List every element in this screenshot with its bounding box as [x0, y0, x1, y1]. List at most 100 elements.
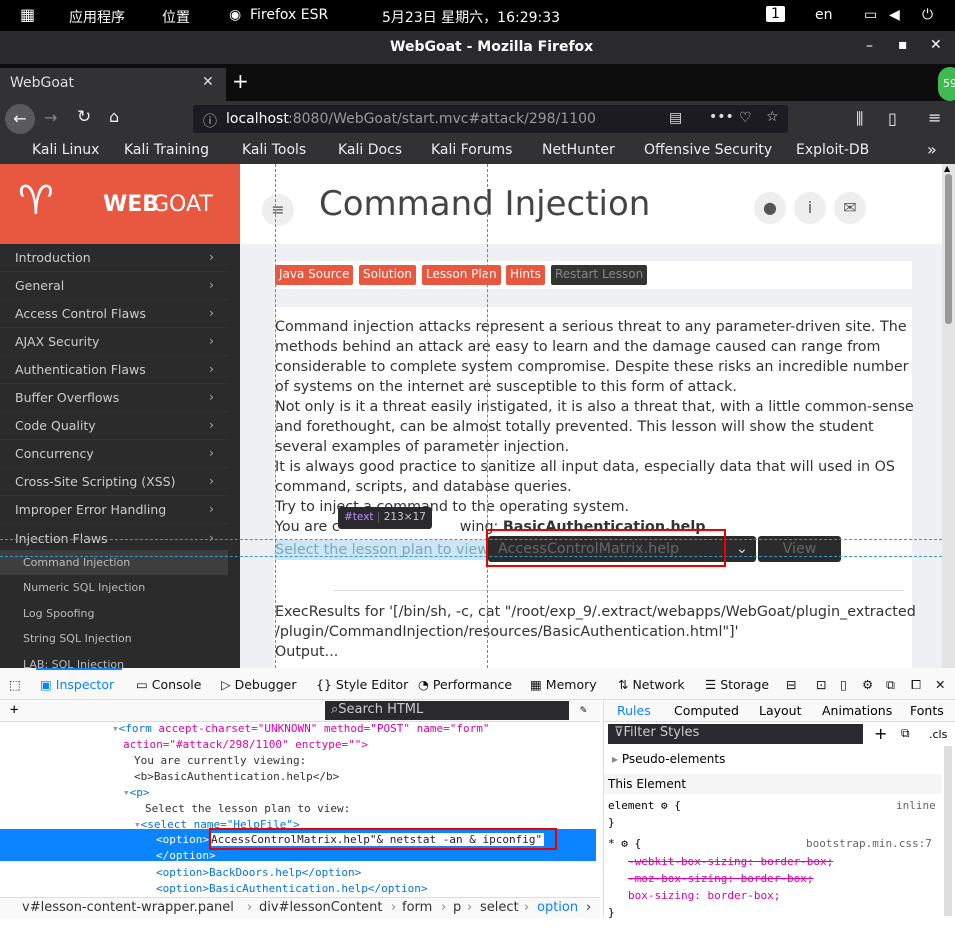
- tab-performance[interactable]: ◔ Performance: [418, 677, 512, 692]
- sidebar-item-introduction[interactable]: Introduction ›: [0, 244, 228, 272]
- layout-menu-icon[interactable]: ⊟: [786, 677, 796, 692]
- sidebar-item-access-control[interactable]: Access Control Flaws ›: [0, 300, 228, 328]
- sidebar-item-buffer-overflows[interactable]: Buffer Overflows ›: [0, 384, 228, 412]
- rule-prop[interactable]: box-sizing: border-box;: [628, 889, 780, 902]
- tab-rules[interactable]: Rules: [617, 703, 651, 718]
- places-menu[interactable]: 位置: [162, 7, 190, 27]
- reader-view-icon[interactable]: ▤: [669, 110, 682, 126]
- breadcrumb-item[interactable]: select: [480, 900, 519, 915]
- sidebar-sub-lab-sql[interactable]: LAB: SQL Injection: [0, 652, 228, 668]
- tab-style-editor[interactable]: {} Style Editor: [316, 677, 408, 692]
- breadcrumb-scroll-icon[interactable]: ›: [586, 900, 591, 915]
- markup-option-node[interactable]: <option>BasicAuthentication.help</option…: [156, 882, 428, 895]
- workspace-indicator[interactable]: 1: [766, 6, 785, 22]
- element-rule[interactable]: element ⚙ {: [608, 799, 681, 812]
- pocket-icon[interactable]: ♡: [739, 110, 752, 126]
- hints-button[interactable]: Hints: [506, 265, 545, 285]
- tab-layout[interactable]: Layout: [759, 703, 802, 718]
- tab-webgoat[interactable]: WebGoat ✕: [0, 68, 226, 101]
- pseudo-elements-row[interactable]: ▸ Pseudo-elements: [612, 752, 725, 766]
- bookmark-offensive-security[interactable]: Offensive Security: [644, 142, 772, 158]
- markup-b-node[interactable]: <b>BasicAuthentication.help</b>: [134, 770, 339, 783]
- markup-text-node[interactable]: Select the lesson plan to view:: [145, 802, 350, 815]
- add-rule-icon[interactable]: +: [874, 724, 887, 743]
- bookmark-kali-tools[interactable]: Kali Tools: [242, 142, 306, 158]
- markup-form-action[interactable]: action="#attack/298/1100" enctype="">: [123, 738, 368, 751]
- scroll-thumb[interactable]: [945, 174, 952, 324]
- sidebar-sub-log-spoofing[interactable]: Log Spoofing: [0, 601, 228, 626]
- firefox-app-menu[interactable]: Firefox ESR: [250, 7, 328, 23]
- breadcrumb-item[interactable]: div#lessonContent: [259, 900, 383, 915]
- tab-inspector[interactable]: ▣ Inspector: [40, 677, 114, 692]
- settings-gear-icon[interactable]: ⚙: [862, 677, 873, 692]
- mail-icon[interactable]: ✉: [834, 192, 866, 224]
- tab-close-icon[interactable]: ✕: [202, 74, 214, 90]
- power-icon[interactable]: ⏻: [922, 7, 933, 23]
- info-circle-icon[interactable]: i: [794, 192, 826, 224]
- sidebar-item-error-handling[interactable]: Improper Error Handling ›: [0, 496, 228, 524]
- pseudo-class-toggle-icon[interactable]: ⧉: [901, 726, 910, 741]
- markup-option-close[interactable]: </option>: [156, 849, 216, 862]
- webgoat-logo[interactable]: ♈ WEB GOAT: [0, 164, 240, 244]
- reload-icon[interactable]: ↻: [77, 107, 91, 127]
- maximize-icon[interactable]: ▪: [898, 37, 908, 53]
- tab-animations[interactable]: Animations: [822, 703, 892, 718]
- user-icon[interactable]: ●: [754, 192, 786, 224]
- rule-prop-overridden[interactable]: -moz-box-sizing: border-box;: [628, 872, 813, 885]
- element-picker-icon[interactable]: ⬚: [9, 677, 21, 692]
- page-scrollbar[interactable]: ▲: [942, 164, 955, 668]
- add-node-icon[interactable]: +: [10, 702, 18, 718]
- url-bar[interactable]: ⓘ localhost :8080/WebGoat/start.mvc#atta…: [193, 105, 788, 133]
- sidebar-item-authentication[interactable]: Authentication Flaws ›: [0, 356, 228, 384]
- bookmark-kali-training[interactable]: Kali Training: [124, 142, 209, 158]
- markup-option-node[interactable]: <option>BackDoors.help</option>: [156, 866, 361, 879]
- bookmark-star-icon[interactable]: ☆: [766, 109, 779, 125]
- sidebar-item-xss[interactable]: Cross-Site Scripting (XSS) ›: [0, 468, 228, 496]
- menu-toggle-icon[interactable]: ≡: [262, 194, 294, 226]
- page-actions-icon[interactable]: •••: [709, 109, 734, 125]
- rules-scrollbar[interactable]: [944, 746, 952, 916]
- sidebar-item-ajax[interactable]: AJAX Security ›: [0, 328, 228, 356]
- library-icon[interactable]: ⫼: [856, 109, 863, 129]
- tab-debugger[interactable]: ▷ Debugger: [221, 677, 296, 692]
- home-icon[interactable]: ⌂: [109, 107, 119, 126]
- rule-prop-overridden[interactable]: -webkit-box-sizing: border-box;: [628, 855, 833, 868]
- sidebar-item-general[interactable]: General ›: [0, 272, 228, 300]
- minimize-icon[interactable]: –: [866, 38, 873, 54]
- hamburger-menu-icon[interactable]: ≡: [928, 108, 941, 127]
- bootstrap-source-link[interactable]: bootstrap.min.css:7: [806, 837, 932, 850]
- info-icon[interactable]: ⓘ: [203, 111, 217, 131]
- bookmark-exploit-db[interactable]: Exploit-DB: [796, 142, 869, 158]
- forward-button-icon[interactable]: →: [44, 108, 57, 127]
- filter-styles-input[interactable]: ⊽Filter Styles: [608, 724, 863, 744]
- tab-memory[interactable]: ▦ Memory: [530, 677, 597, 692]
- universal-rule[interactable]: * ⚙ {: [608, 837, 641, 850]
- lesson-plan-button[interactable]: Lesson Plan: [422, 265, 501, 285]
- bookmark-nethunter[interactable]: NetHunter: [542, 142, 615, 158]
- markup-form-line[interactable]: ▾<form accept-charset="UNKNOWN" method="…: [112, 722, 490, 735]
- sidebar-sub-string-sql[interactable]: String SQL Injection: [0, 626, 228, 651]
- search-html-input[interactable]: ⌕Search HTML: [325, 701, 569, 720]
- tab-console[interactable]: ▭ Console: [136, 677, 201, 692]
- extension-badge[interactable]: 59: [938, 67, 955, 101]
- restart-lesson-button[interactable]: Restart Lesson: [551, 265, 648, 285]
- screen-icon[interactable]: ▭: [864, 7, 877, 23]
- solution-button[interactable]: Solution: [359, 265, 416, 285]
- close-window-icon[interactable]: ✕: [930, 37, 942, 53]
- sidebar-item-concurrency[interactable]: Concurrency ›: [0, 440, 228, 468]
- java-source-button[interactable]: Java Source: [275, 265, 354, 285]
- volume-icon[interactable]: ◀: [889, 7, 900, 23]
- breadcrumb-item[interactable]: v#lesson-content-wrapper.panel: [22, 900, 234, 915]
- dock-icon[interactable]: ⧉: [886, 677, 895, 693]
- bookmark-kali-linux[interactable]: Kali Linux: [32, 142, 99, 158]
- bookmark-kali-forums[interactable]: Kali Forums: [431, 142, 512, 158]
- clock[interactable]: 5月23日 星期六，16:29:33: [382, 7, 560, 27]
- markup-p-node[interactable]: ▾<p>: [123, 786, 150, 799]
- back-button-icon[interactable]: ←: [5, 104, 35, 134]
- markup-text-node[interactable]: You are currently viewing:: [134, 754, 306, 767]
- applications-menu[interactable]: 应用程序: [69, 7, 125, 27]
- bookmarks-overflow-icon[interactable]: »: [927, 140, 937, 159]
- scroll-up-icon[interactable]: ▲: [944, 164, 950, 173]
- tab-fonts[interactable]: Fonts: [910, 703, 944, 718]
- activities-grid-icon[interactable]: ▦: [20, 5, 35, 24]
